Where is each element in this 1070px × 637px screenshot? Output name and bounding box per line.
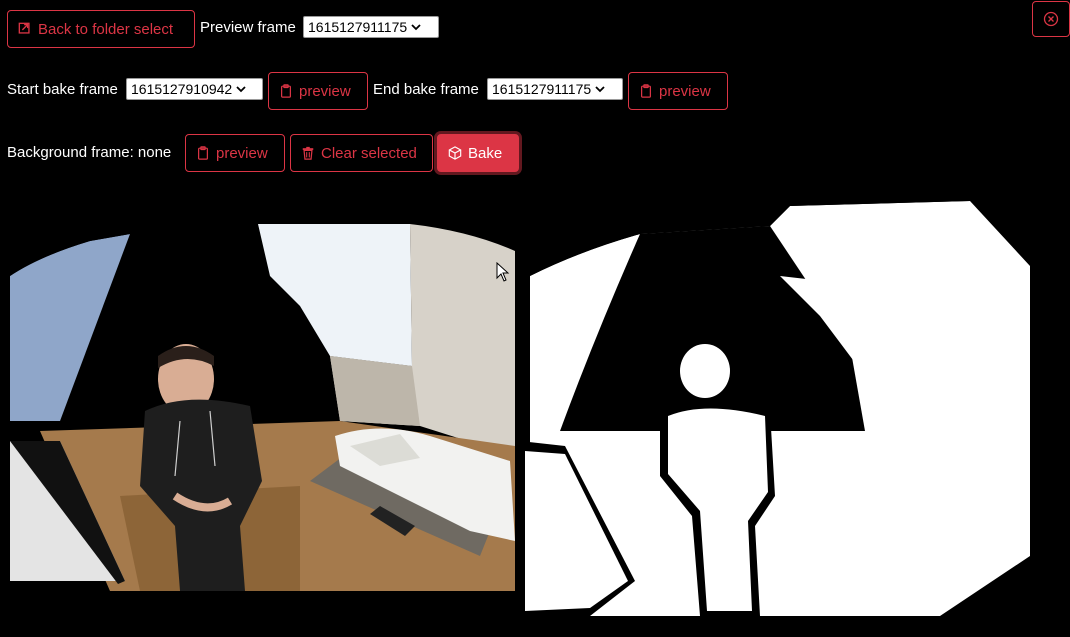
close-button[interactable]: [1032, 1, 1070, 37]
clear-selected-label: Clear selected: [321, 144, 417, 162]
bake-button[interactable]: Bake: [437, 134, 519, 172]
end-bake-frame-label: End bake frame: [373, 81, 479, 98]
start-bake-frame-value: 1615127910942: [131, 81, 233, 97]
back-to-folder-button[interactable]: Back to folder select: [7, 10, 195, 48]
background-preview-label: preview: [216, 144, 268, 162]
preview-frame-select[interactable]: 1615127911175: [303, 16, 439, 38]
clipboard-icon: [281, 84, 291, 98]
start-preview-button[interactable]: preview: [268, 72, 368, 110]
trash-icon: [302, 146, 314, 160]
box-arrow-icon: [18, 22, 30, 34]
end-preview-button[interactable]: preview: [628, 72, 728, 110]
color-frame-preview: [0, 196, 520, 637]
end-bake-frame-select[interactable]: 1615127911175: [487, 78, 623, 100]
start-bake-frame-select[interactable]: 1615127910942: [126, 78, 263, 100]
close-circle-icon: [1043, 11, 1059, 27]
end-preview-label: preview: [659, 82, 711, 100]
start-preview-label: preview: [299, 82, 351, 100]
box-icon: [448, 146, 462, 160]
back-to-folder-label: Back to folder select: [38, 20, 174, 38]
chevron-down-icon: [595, 86, 605, 93]
color-frame-image: [0, 196, 520, 637]
preview-frame-value: 1615127911175: [308, 19, 408, 35]
clear-selected-button[interactable]: Clear selected: [290, 134, 433, 172]
bake-label: Bake: [468, 144, 503, 162]
clipboard-icon: [641, 84, 651, 98]
mouse-cursor-icon: [496, 262, 510, 282]
mask-frame-preview: [520, 196, 1070, 637]
preview-frame-label: Preview frame: [200, 19, 296, 36]
chevron-down-icon: [411, 24, 421, 31]
clipboard-icon: [198, 146, 208, 160]
start-bake-frame-label: Start bake frame: [7, 81, 118, 98]
mask-frame-image: [520, 196, 1070, 637]
chevron-down-icon: [236, 86, 246, 93]
background-frame-label: Background frame: none: [7, 144, 172, 161]
background-preview-button[interactable]: preview: [185, 134, 285, 172]
end-bake-frame-value: 1615127911175: [492, 81, 592, 97]
